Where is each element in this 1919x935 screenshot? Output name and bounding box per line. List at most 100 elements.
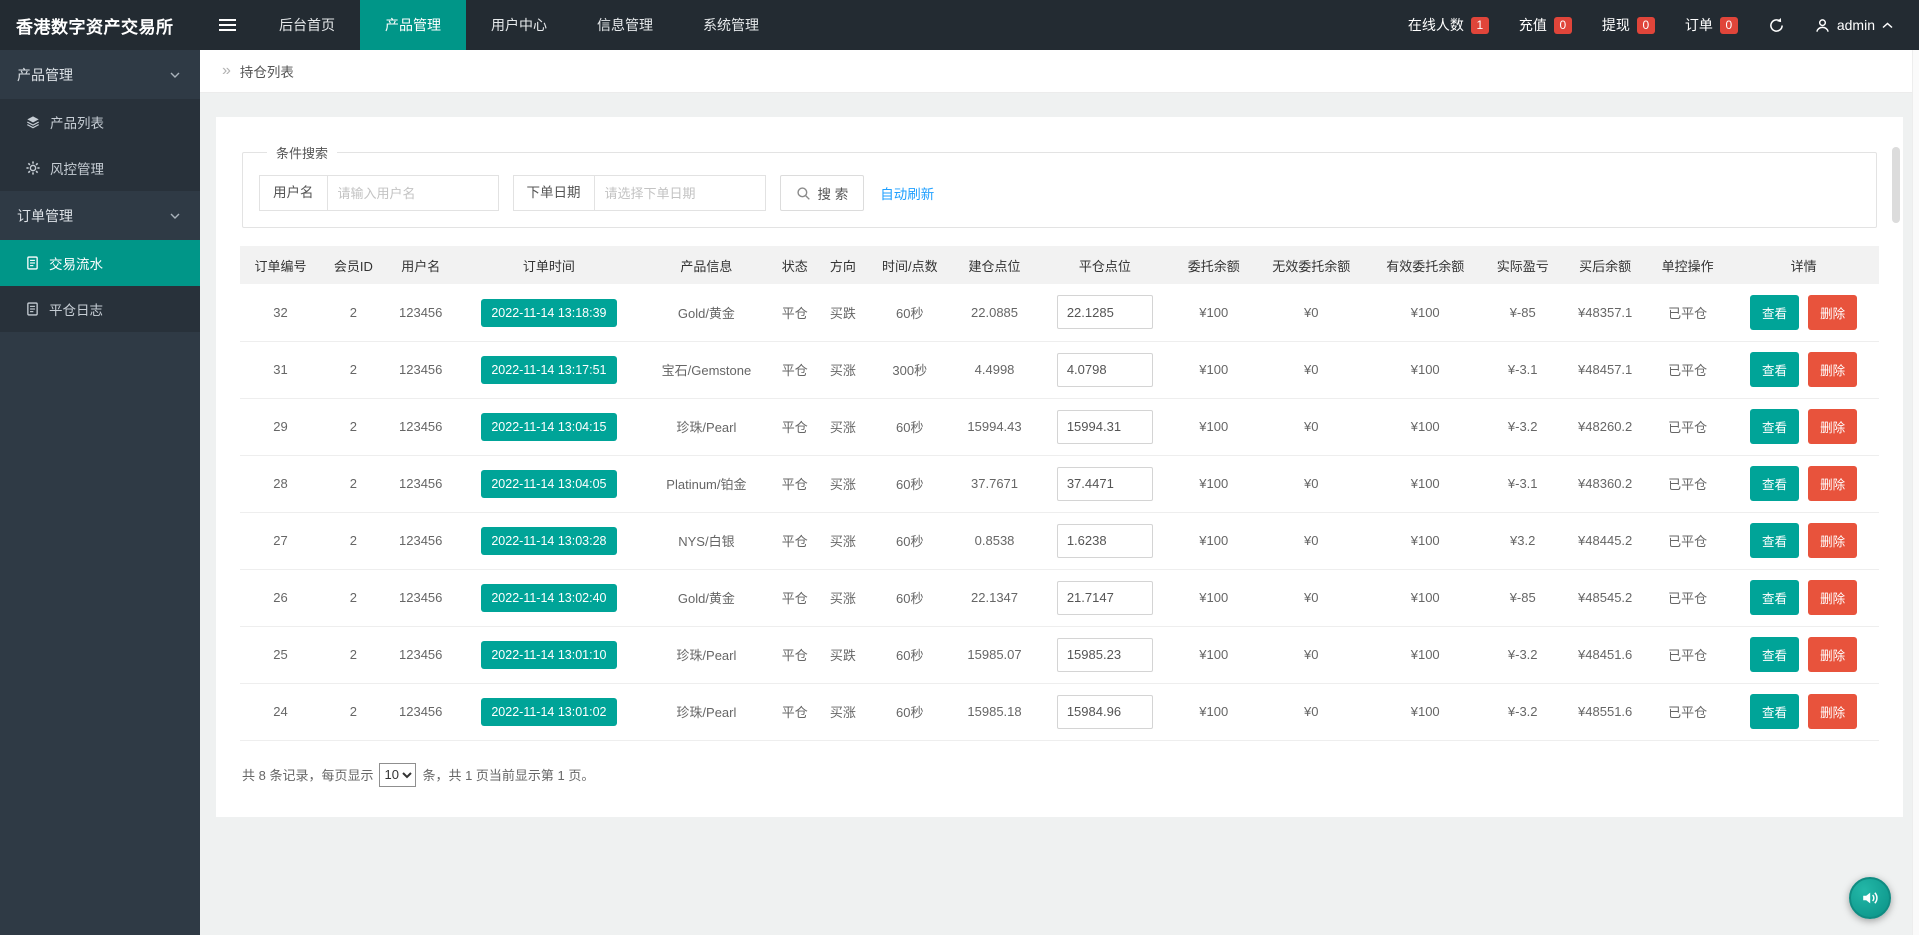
- invalid-entrust-cell: ¥0: [1254, 341, 1368, 398]
- duration-cell: 60秒: [867, 626, 953, 683]
- username-group: 用户名: [259, 175, 499, 211]
- page-size-select[interactable]: 10: [379, 763, 416, 787]
- view-button[interactable]: 查看: [1750, 694, 1799, 729]
- view-button[interactable]: 查看: [1750, 466, 1799, 501]
- close-point-input[interactable]: [1057, 353, 1153, 387]
- close-point-input[interactable]: [1057, 581, 1153, 615]
- entrust-balance-cell: ¥100: [1173, 626, 1254, 683]
- after-buy-balance-cell: ¥48357.1: [1563, 284, 1647, 341]
- product-cell: 珍珠/Pearl: [642, 626, 771, 683]
- delete-button[interactable]: 删除: [1808, 580, 1857, 615]
- view-button[interactable]: 查看: [1750, 523, 1799, 558]
- order-time-badge: 2022-11-14 13:04:15: [481, 413, 616, 441]
- column-header: 单控操作: [1647, 246, 1728, 284]
- close-point-input[interactable]: [1057, 638, 1153, 672]
- sidebar-item[interactable]: 交易流水: [0, 240, 200, 286]
- delete-button[interactable]: 删除: [1808, 295, 1857, 330]
- username-cell: 123456: [386, 626, 456, 683]
- order-date-input[interactable]: [594, 175, 766, 211]
- column-header: 无效委托余额: [1254, 246, 1368, 284]
- page-title: 持仓列表: [240, 61, 294, 81]
- delete-button[interactable]: 删除: [1808, 637, 1857, 672]
- view-button[interactable]: 查看: [1750, 352, 1799, 387]
- detail-actions-cell: 查看删除: [1728, 683, 1879, 740]
- close-point-cell: [1036, 398, 1173, 455]
- close-point-input[interactable]: [1057, 467, 1153, 501]
- close-point-input[interactable]: [1057, 295, 1153, 329]
- order-time-badge: 2022-11-14 13:03:28: [481, 527, 616, 555]
- member-id-cell: 2: [321, 512, 386, 569]
- sidebar-item[interactable]: 风控管理: [0, 145, 200, 191]
- member-id-cell: 2: [321, 683, 386, 740]
- close-point-cell: [1036, 341, 1173, 398]
- member-id-cell: 2: [321, 284, 386, 341]
- close-point-input[interactable]: [1057, 524, 1153, 558]
- duration-cell: 300秒: [867, 341, 953, 398]
- pagination: 共 8 条记录，每页显示 10 条，共 1 页当前显示第 1 页。: [240, 763, 1879, 787]
- profit-cell: ¥-3.2: [1482, 683, 1563, 740]
- status-cell: 平仓: [771, 284, 819, 341]
- topnav-item[interactable]: 信息管理: [572, 0, 678, 50]
- view-button[interactable]: 查看: [1750, 409, 1799, 444]
- delete-button[interactable]: 删除: [1808, 694, 1857, 729]
- stat-badge: 0: [1637, 17, 1655, 34]
- view-button[interactable]: 查看: [1750, 580, 1799, 615]
- order-id-cell: 26: [240, 569, 321, 626]
- sidebar-group[interactable]: 产品管理: [0, 50, 200, 99]
- order-time-badge: 2022-11-14 13:01:02: [481, 698, 616, 726]
- topnav-item[interactable]: 用户中心: [466, 0, 572, 50]
- user-menu[interactable]: admin: [1815, 17, 1893, 33]
- duration-cell: 60秒: [867, 284, 953, 341]
- gear-icon: [26, 161, 40, 175]
- topnav-stat[interactable]: 在线人数1: [1408, 15, 1489, 35]
- username-input[interactable]: [327, 175, 499, 211]
- column-header: 方向: [819, 246, 867, 284]
- detail-actions-cell: 查看删除: [1728, 455, 1879, 512]
- status-cell: 平仓: [771, 683, 819, 740]
- topnav-item[interactable]: 系统管理: [678, 0, 784, 50]
- view-button[interactable]: 查看: [1750, 637, 1799, 672]
- auto-refresh-link[interactable]: 自动刷新: [880, 183, 934, 203]
- delete-button[interactable]: 删除: [1808, 352, 1857, 387]
- delete-button[interactable]: 删除: [1808, 409, 1857, 444]
- topnav-item[interactable]: 产品管理: [360, 0, 466, 50]
- duration-cell: 60秒: [867, 398, 953, 455]
- open-point-cell: 4.4998: [953, 341, 1037, 398]
- topnav-stat[interactable]: 充值0: [1519, 15, 1572, 35]
- sidebar-item[interactable]: 平仓日志: [0, 286, 200, 332]
- close-point-input[interactable]: [1057, 410, 1153, 444]
- close-point-input[interactable]: [1057, 695, 1153, 729]
- view-button[interactable]: 查看: [1750, 295, 1799, 330]
- detail-actions-cell: 查看删除: [1728, 284, 1879, 341]
- table-body: 3221234562022-11-14 13:18:39Gold/黄金平仓买跌6…: [240, 284, 1879, 740]
- username: admin: [1837, 17, 1875, 33]
- direction-cell: 买涨: [819, 398, 867, 455]
- page-scrollbar[interactable]: [1912, 50, 1919, 935]
- delete-button[interactable]: 删除: [1808, 523, 1857, 558]
- after-buy-balance-cell: ¥48545.2: [1563, 569, 1647, 626]
- sidebar-item[interactable]: 产品列表: [0, 99, 200, 145]
- sidebar-group[interactable]: 订单管理: [0, 191, 200, 240]
- status-cell: 平仓: [771, 512, 819, 569]
- control-status-cell: 已平仓: [1647, 341, 1728, 398]
- column-header: 委托余额: [1173, 246, 1254, 284]
- sidebar-item-label: 产品列表: [50, 112, 104, 132]
- search-button[interactable]: 搜 索: [780, 175, 865, 211]
- chevron-down-icon: [170, 72, 180, 78]
- close-point-cell: [1036, 284, 1173, 341]
- refresh-icon[interactable]: [1768, 17, 1785, 34]
- topnav-stat[interactable]: 订单0: [1685, 15, 1738, 35]
- order-time-cell: 2022-11-14 13:02:40: [456, 569, 642, 626]
- hamburger-icon[interactable]: [200, 0, 254, 50]
- scrollbar-thumb[interactable]: [1892, 147, 1900, 223]
- navbar-right: 在线人数1 充值0 提现0 订单0 admin: [1408, 0, 1919, 50]
- column-header: 时间/点数: [867, 246, 953, 284]
- detail-actions-cell: 查看删除: [1728, 569, 1879, 626]
- column-header: 平仓点位: [1036, 246, 1173, 284]
- audio-toggle-button[interactable]: [1849, 877, 1891, 919]
- topnav-item[interactable]: 后台首页: [254, 0, 360, 50]
- search-button-label: 搜 索: [818, 183, 849, 203]
- topnav-stat[interactable]: 提现0: [1602, 15, 1655, 35]
- delete-button[interactable]: 删除: [1808, 466, 1857, 501]
- document-icon: [26, 256, 39, 270]
